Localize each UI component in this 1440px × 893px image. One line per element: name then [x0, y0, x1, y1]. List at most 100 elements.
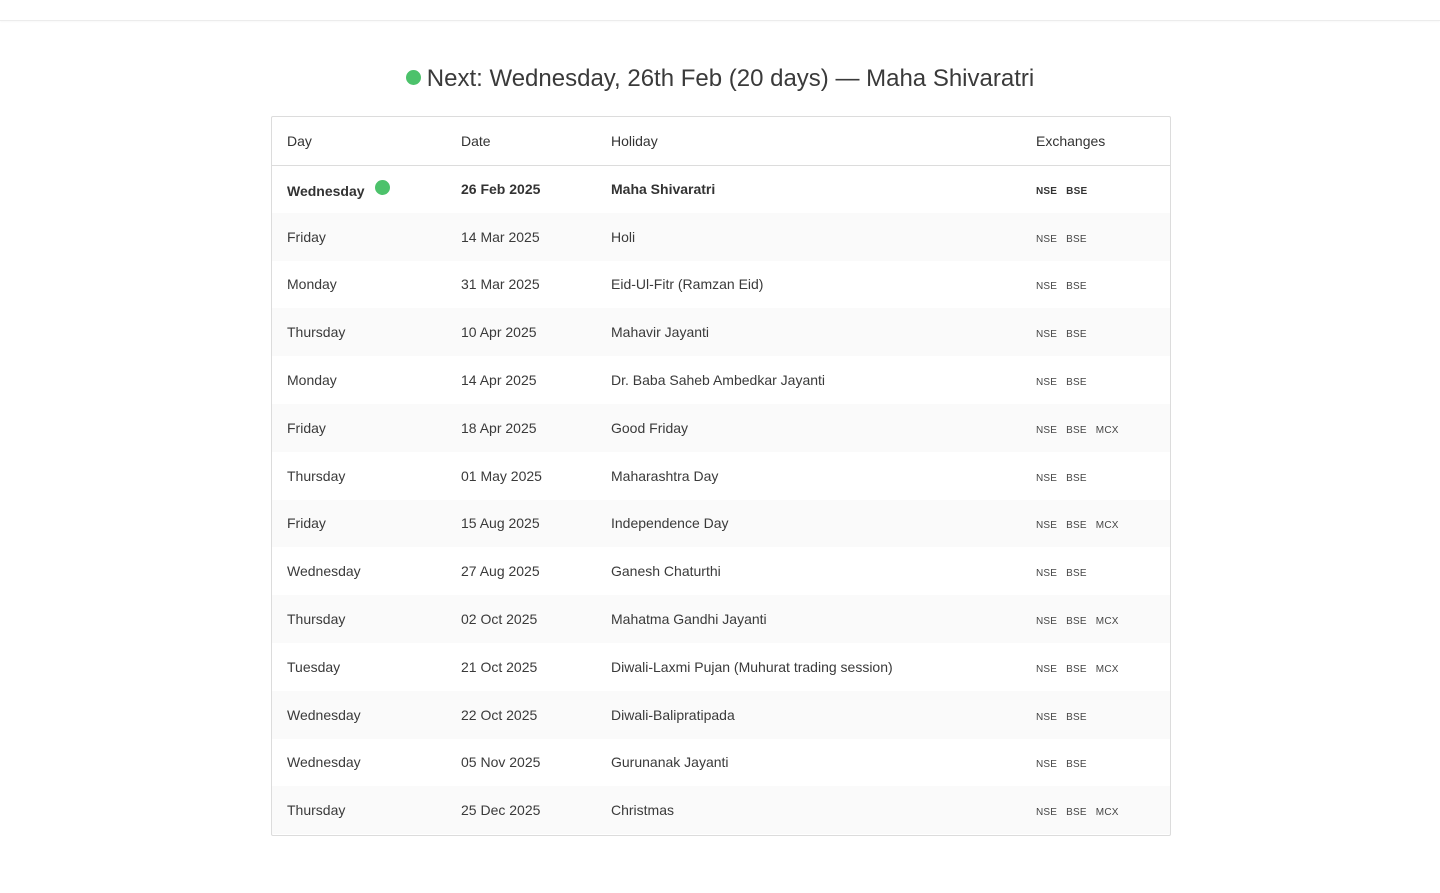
table-row: Thursday 10 Apr 2025 Mahavir Jayanti NSE BSE: [272, 308, 1170, 357]
cell-holiday: Maharashtra Day: [611, 467, 719, 484]
cell-holiday: Mahavir Jayanti: [611, 324, 710, 341]
cell-exchanges: NSE BSE: [1021, 356, 1170, 404]
day-text: Monday: [287, 372, 337, 389]
cell-exchanges: NSE BSE: [1021, 213, 1170, 261]
exchange-badge: MCX: [1095, 807, 1119, 819]
day-text: Thursday: [287, 467, 346, 484]
cell-date: 02 Oct 2025: [461, 611, 538, 628]
cell-holiday: Maha Shivaratri: [611, 181, 716, 198]
day-text: Tuesday: [287, 658, 341, 675]
exchange-badge: NSE: [1036, 233, 1058, 245]
holiday-table-container: Day Date Holiday Exchanges Wednesday 26 F…: [271, 116, 1171, 836]
top-bar: [0, 0, 1440, 21]
cell-exchanges: NSE BSE: [1021, 547, 1170, 595]
exchange-badge: BSE: [1066, 616, 1087, 628]
table-row: Thursday 25 Dec 2025 Christmas NSE BSE MCX: [272, 786, 1170, 835]
exchange-badge: BSE: [1066, 281, 1087, 293]
day-text: Wednesday: [287, 182, 365, 199]
exchange-badge: BSE: [1066, 520, 1087, 532]
green-dot-icon: [405, 70, 421, 85]
cell-exchanges: NSE BSE: [1021, 452, 1170, 500]
cell-day: Wednesday: [272, 547, 446, 595]
cell-day: Monday: [272, 356, 446, 404]
cell-day: Friday: [272, 500, 446, 548]
cell-date: 21 Oct 2025: [461, 658, 538, 675]
cell-exchanges: NSE BSE MCX: [1021, 786, 1170, 834]
exchange-badge: NSE: [1036, 377, 1058, 389]
day-text: Monday: [287, 276, 337, 293]
table-row: Wednesday 05 Nov 2025 Gurunanak Jayanti NSE…: [272, 739, 1170, 787]
exchange-badge: MCX: [1095, 424, 1119, 436]
cell-day: Thursday: [272, 308, 446, 356]
exchange-badge: BSE: [1066, 472, 1087, 484]
exchange-badge: BSE: [1066, 568, 1087, 580]
day-text: Friday: [287, 228, 326, 245]
cell-exchanges: NSE BSE: [1021, 261, 1170, 309]
exchange-badge: NSE: [1036, 711, 1058, 723]
cell-holiday: Christmas: [611, 802, 675, 819]
cell-day: Monday: [272, 261, 446, 309]
cell-day: Friday: [272, 213, 446, 261]
table-row: Monday 14 Apr 2025 Dr. Baba Saheb Ambedkar…: [272, 356, 1170, 404]
cell-day: Friday: [272, 404, 446, 452]
table-row: Thursday 02 Oct 2025 Mahatma Gandhi Jayant…: [272, 595, 1170, 643]
exchange-badge: BSE: [1066, 759, 1087, 771]
day-text: Wednesday: [287, 563, 361, 580]
cell-exchanges: NSE BSE MCX: [1021, 404, 1170, 452]
cell-exchanges: NSE BSE: [1021, 165, 1170, 213]
cell-day: Wednesday: [272, 739, 446, 787]
cell-date: 14 Apr 2025: [461, 372, 537, 389]
exchange-badge: BSE: [1066, 424, 1087, 436]
table-row: Friday 18 Apr 2025 Good Friday NSE BSE MCX: [272, 403, 1170, 452]
cell-holiday: Independence Day: [611, 515, 729, 532]
cell-holiday: Mahatma Gandhi Jayanti: [611, 611, 767, 628]
table-row: Wednesday 27 Aug 2025 Ganesh Chaturthi NSE B…: [272, 547, 1170, 595]
cell-date: 14 Mar 2025: [461, 228, 540, 245]
table-row: Monday 31 Mar 2025 Eid-Ul-Fitr (Ramzan Eid…: [272, 261, 1170, 309]
table-row: Wednesday 22 Oct 2025 Diwali-Balipratipada…: [272, 690, 1170, 739]
table-row: Thursday 01 May 2025 Maharashtra Day NSE BSE: [272, 452, 1170, 500]
cell-holiday: Gurunanak Jayanti: [611, 754, 729, 771]
table-row: Tuesday 21 Oct 2025 Diwali-Laxmi Pujan (Mu…: [272, 643, 1170, 691]
column-header-day: Day: [287, 132, 312, 149]
table-header-row: Day Date Holiday Exchanges: [272, 117, 1170, 165]
exchange-badge: BSE: [1066, 377, 1087, 389]
cell-day: Thursday: [272, 786, 446, 834]
table-row: Friday 14 Mar 2025 Holi NSE BSE: [272, 212, 1170, 261]
holiday-rows: Wednesday 26 Feb 2025 Maha Shivaratri NSE BS…: [272, 165, 1170, 835]
cell-day: Tuesday: [272, 643, 446, 691]
cell-day: Wednesday: [272, 691, 446, 739]
cell-holiday: Ganesh Chaturthi: [611, 563, 721, 580]
table-row: Friday 15 Aug 2025 Independence Day NSE BSE M…: [272, 499, 1170, 548]
exchange-badge: BSE: [1066, 663, 1087, 675]
day-text: Wednesday: [287, 754, 361, 771]
exchange-badge: NSE: [1036, 186, 1058, 198]
cell-holiday: Diwali-Laxmi Pujan (Muhurat trading sess…: [611, 658, 893, 675]
exchange-badge: BSE: [1066, 329, 1087, 341]
exchange-badge: NSE: [1036, 329, 1058, 341]
cell-exchanges: NSE BSE MCX: [1021, 643, 1170, 691]
cell-date: 26 Feb 2025: [461, 181, 541, 198]
column-header-exchanges: Exchanges: [1036, 132, 1106, 149]
cell-exchanges: NSE BSE MCX: [1021, 500, 1170, 548]
day-text: Thursday: [287, 802, 346, 819]
column-header-holiday: Holiday: [611, 132, 658, 149]
cell-holiday: Dr. Baba Saheb Ambedkar Jayanti: [611, 372, 826, 389]
exchange-badge: BSE: [1066, 807, 1087, 819]
cell-holiday: Diwali-Balipratipada: [611, 706, 735, 723]
exchange-badge: NSE: [1036, 472, 1058, 484]
cell-holiday: Eid-Ul-Fitr (Ramzan Eid): [611, 276, 764, 293]
cell-day: Thursday: [272, 452, 446, 500]
next-holiday-headline: Next: Wednesday, 26th Feb (20 days) — Ma…: [0, 60, 1440, 98]
cell-date: 05 Nov 2025: [461, 754, 541, 771]
day-text: Friday: [287, 419, 326, 436]
table-row: Wednesday 26 Feb 2025 Maha Shivaratri NSE BS…: [272, 165, 1170, 213]
exchange-badge: NSE: [1036, 807, 1058, 819]
day-text: Wednesday: [287, 706, 361, 723]
cell-date: 01 May 2025: [461, 467, 542, 484]
exchange-badge: NSE: [1036, 759, 1058, 771]
cell-date: 27 Aug 2025: [461, 563, 540, 580]
exchange-badge: BSE: [1066, 711, 1087, 723]
next-indicator-icon: [374, 179, 390, 195]
day-text: Thursday: [287, 324, 346, 341]
